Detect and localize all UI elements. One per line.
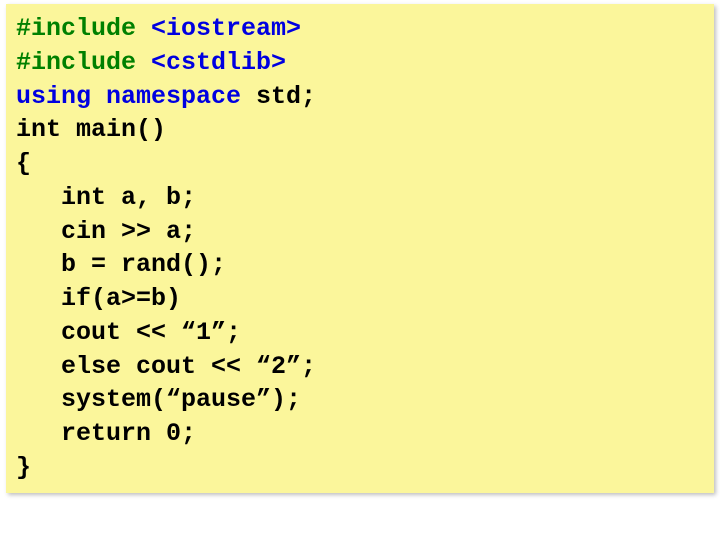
code-text: } bbox=[16, 453, 31, 482]
code-text: cin >> a; bbox=[16, 217, 196, 246]
code-line: cin >> a; bbox=[16, 215, 704, 249]
code-text: if(a>=b) bbox=[16, 284, 181, 313]
code-text: cout << “1”; bbox=[16, 318, 241, 347]
code-line: #include <cstdlib> bbox=[16, 46, 704, 80]
code-text: int a, b; bbox=[16, 183, 196, 212]
header-token: <iostream> bbox=[151, 14, 301, 43]
code-text: int main() bbox=[16, 115, 166, 144]
preprocessor-token: #include bbox=[16, 14, 151, 43]
code-text: std; bbox=[241, 82, 316, 111]
code-line: using namespace std; bbox=[16, 80, 704, 114]
code-line: b = rand(); bbox=[16, 248, 704, 282]
code-line: cout << “1”; bbox=[16, 316, 704, 350]
header-token: <cstdlib> bbox=[151, 48, 286, 77]
code-line: { bbox=[16, 147, 704, 181]
code-line: int main() bbox=[16, 113, 704, 147]
preprocessor-token: #include bbox=[16, 48, 151, 77]
code-text: { bbox=[16, 149, 31, 178]
code-line: system(“pause”); bbox=[16, 383, 704, 417]
code-block: #include <iostream> #include <cstdlib> u… bbox=[6, 4, 714, 493]
code-text: system(“pause”); bbox=[16, 385, 301, 414]
code-line: #include <iostream> bbox=[16, 12, 704, 46]
code-line: if(a>=b) bbox=[16, 282, 704, 316]
code-line: } bbox=[16, 451, 704, 485]
code-text: return 0; bbox=[16, 419, 196, 448]
code-text: else cout << “2”; bbox=[16, 352, 316, 381]
code-line: int a, b; bbox=[16, 181, 704, 215]
code-text: b = rand(); bbox=[16, 250, 226, 279]
code-line: else cout << “2”; bbox=[16, 350, 704, 384]
code-line: return 0; bbox=[16, 417, 704, 451]
keyword-token: using namespace bbox=[16, 82, 241, 111]
